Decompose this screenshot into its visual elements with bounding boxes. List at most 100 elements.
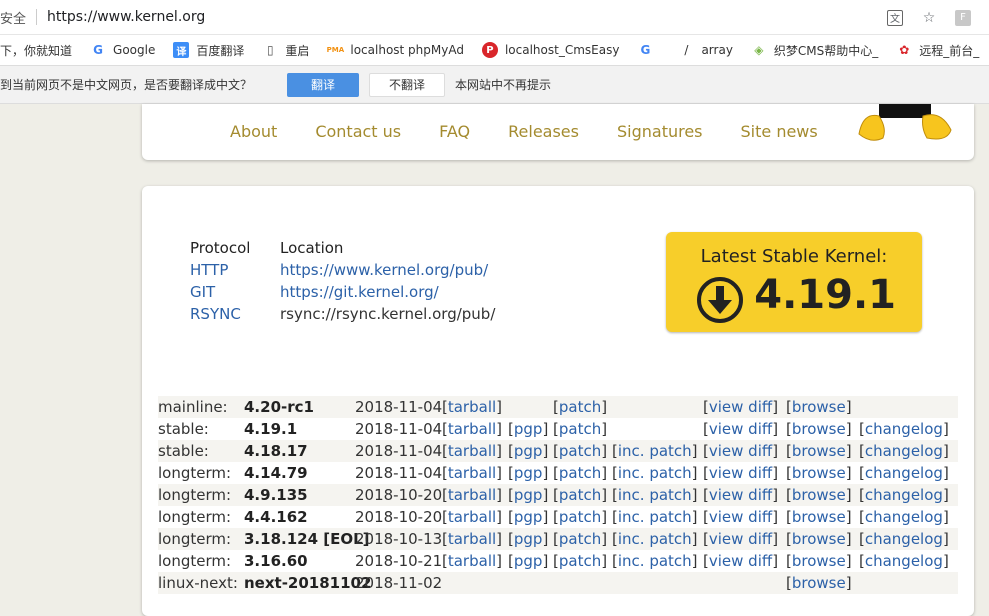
release-link-text[interactable]: patch: [559, 442, 601, 460]
release-patch[interactable]: [patch]: [553, 506, 607, 528]
protocol-rsync[interactable]: RSYNC: [190, 303, 280, 325]
nav-contact[interactable]: Contact us: [315, 122, 401, 141]
release-link-text[interactable]: view diff: [709, 398, 772, 416]
release-patch[interactable]: [patch]: [553, 484, 607, 506]
release-inc-patch[interactable]: [inc. patch]: [612, 484, 698, 506]
release-tarball[interactable]: [tarball]: [442, 440, 502, 462]
release-link-text[interactable]: view diff: [709, 420, 772, 438]
release-view-diff[interactable]: [view diff]: [703, 550, 778, 572]
release-link-text[interactable]: changelog: [865, 420, 943, 438]
release-link-text[interactable]: view diff: [709, 486, 772, 504]
address-bar[interactable]: 安全 https://www.kernel.org 文 ☆ F: [0, 0, 989, 35]
nav-about[interactable]: About: [230, 122, 277, 141]
release-link-text[interactable]: browse: [792, 442, 846, 460]
release-patch[interactable]: [patch]: [553, 462, 607, 484]
protocol-http[interactable]: HTTP: [190, 259, 280, 281]
release-link-text[interactable]: tarball: [448, 420, 496, 438]
bookmark-remote[interactable]: ✿ 远程_前台_: [896, 42, 979, 59]
release-browse[interactable]: [browse]: [786, 418, 852, 440]
release-pgp[interactable]: [pgp]: [508, 550, 548, 572]
release-browse[interactable]: [browse]: [786, 506, 852, 528]
release-link-text[interactable]: tarball: [448, 442, 496, 460]
release-view-diff[interactable]: [view diff]: [703, 484, 778, 506]
protocol-git[interactable]: GIT: [190, 281, 280, 303]
release-inc-patch[interactable]: [inc. patch]: [612, 528, 698, 550]
release-link-text[interactable]: browse: [792, 552, 846, 570]
nav-site-news[interactable]: Site news: [741, 122, 818, 141]
release-link-text[interactable]: tarball: [448, 486, 496, 504]
location-http[interactable]: https://www.kernel.org/pub/: [280, 259, 488, 281]
release-patch[interactable]: [patch]: [553, 440, 607, 462]
release-link-text[interactable]: changelog: [865, 508, 943, 526]
security-label[interactable]: 安全: [0, 8, 26, 27]
release-link-text[interactable]: changelog: [865, 442, 943, 460]
release-link-text[interactable]: pgp: [514, 420, 543, 438]
release-link-text[interactable]: changelog: [865, 486, 943, 504]
bookmark-array[interactable]: / array: [678, 42, 733, 58]
release-browse[interactable]: [browse]: [786, 462, 852, 484]
release-link-text[interactable]: tarball: [448, 508, 496, 526]
release-tarball[interactable]: [tarball]: [442, 396, 502, 418]
never-translate-link[interactable]: 本网站中不再提示: [455, 76, 551, 93]
bookmark-google[interactable]: G Google: [90, 42, 155, 58]
release-link-text[interactable]: inc. patch: [618, 442, 692, 460]
release-patch[interactable]: [patch]: [553, 550, 607, 572]
release-link-text[interactable]: browse: [792, 530, 846, 548]
url-text[interactable]: https://www.kernel.org: [47, 9, 205, 25]
release-link-text[interactable]: view diff: [709, 442, 772, 460]
dont-translate-button[interactable]: 不翻译: [369, 72, 446, 97]
release-view-diff[interactable]: [view diff]: [703, 462, 778, 484]
nav-faq[interactable]: FAQ: [439, 122, 470, 141]
release-changelog[interactable]: [changelog]: [859, 418, 949, 440]
release-changelog[interactable]: [changelog]: [859, 440, 949, 462]
release-link-text[interactable]: patch: [559, 398, 601, 416]
release-link-text[interactable]: changelog: [865, 464, 943, 482]
release-link-text[interactable]: patch: [559, 486, 601, 504]
release-link-text[interactable]: tarball: [448, 530, 496, 548]
release-link-text[interactable]: patch: [559, 420, 601, 438]
release-link-text[interactable]: inc. patch: [618, 486, 692, 504]
bookmark-google-2[interactable]: G: [637, 42, 660, 58]
release-link-text[interactable]: changelog: [865, 552, 943, 570]
release-link-text[interactable]: view diff: [709, 552, 772, 570]
release-view-diff[interactable]: [view diff]: [703, 528, 778, 550]
release-changelog[interactable]: [changelog]: [859, 528, 949, 550]
release-view-diff[interactable]: [view diff]: [703, 396, 778, 418]
release-patch[interactable]: [patch]: [553, 396, 607, 418]
release-link-text[interactable]: browse: [792, 486, 846, 504]
release-tarball[interactable]: [tarball]: [442, 418, 502, 440]
bookmark-baidu-translate[interactable]: 译百度翻译: [173, 42, 244, 59]
latest-kernel-button[interactable]: Latest Stable Kernel: 4.19.1: [666, 232, 922, 332]
release-link-text[interactable]: patch: [559, 464, 601, 482]
release-tarball[interactable]: [tarball]: [442, 506, 502, 528]
release-browse[interactable]: [browse]: [786, 484, 852, 506]
release-view-diff[interactable]: [view diff]: [703, 506, 778, 528]
release-link-text[interactable]: browse: [792, 508, 846, 526]
release-view-diff[interactable]: [view diff]: [703, 440, 778, 462]
bookmark-phpmyadmin[interactable]: PMA localhost phpMyAd: [327, 42, 464, 58]
release-link-text[interactable]: inc. patch: [618, 464, 692, 482]
release-patch[interactable]: [patch]: [553, 528, 607, 550]
release-link-text[interactable]: tarball: [448, 398, 496, 416]
bookmark-restart[interactable]: ▯ 重启: [262, 42, 309, 59]
release-link-text[interactable]: changelog: [865, 530, 943, 548]
release-link-text[interactable]: patch: [559, 530, 601, 548]
release-tarball[interactable]: [tarball]: [442, 550, 502, 572]
release-pgp[interactable]: [pgp]: [508, 418, 548, 440]
nav-signatures[interactable]: Signatures: [617, 122, 703, 141]
release-link-text[interactable]: pgp: [514, 442, 543, 460]
release-link-text[interactable]: patch: [559, 552, 601, 570]
release-inc-patch[interactable]: [inc. patch]: [612, 550, 698, 572]
release-browse[interactable]: [browse]: [786, 572, 852, 594]
nav-releases[interactable]: Releases: [508, 122, 579, 141]
release-link-text[interactable]: browse: [792, 464, 846, 482]
release-inc-patch[interactable]: [inc. patch]: [612, 506, 698, 528]
release-changelog[interactable]: [changelog]: [859, 462, 949, 484]
star-icon[interactable]: ☆: [921, 10, 937, 26]
release-browse[interactable]: [browse]: [786, 396, 852, 418]
location-git[interactable]: https://git.kernel.org/: [280, 281, 439, 303]
release-browse[interactable]: [browse]: [786, 528, 852, 550]
release-link-text[interactable]: pgp: [514, 486, 543, 504]
release-pgp[interactable]: [pgp]: [508, 462, 548, 484]
translate-button[interactable]: 翻译: [287, 72, 360, 97]
